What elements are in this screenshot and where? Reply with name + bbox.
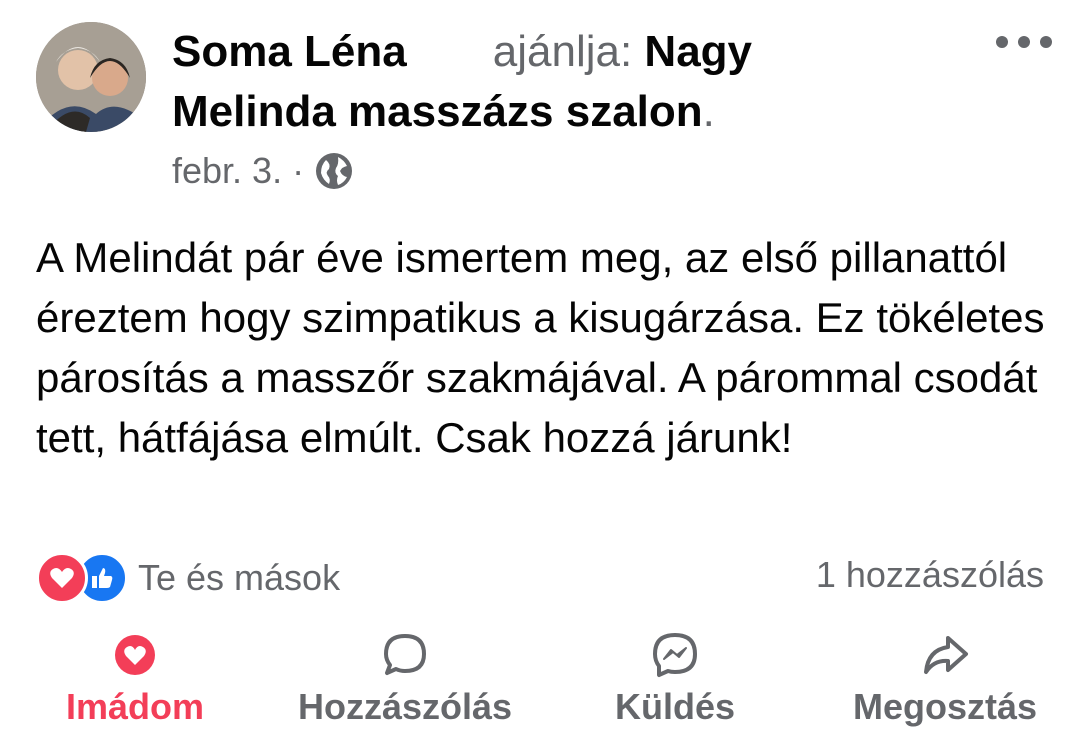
reactions-summary[interactable]: Te és mások [36, 552, 340, 604]
comment-icon [384, 634, 426, 675]
more-dot-icon [1018, 36, 1030, 48]
page-name-part2[interactable]: Melinda masszázs szalon [172, 87, 703, 136]
post-meta: febr. 3. · [172, 150, 354, 192]
comment-label: Hozzászólás [297, 686, 513, 727]
share-label: Megosztás [852, 686, 1038, 727]
love-reaction-icon [115, 635, 155, 675]
send-label: Küldés [614, 686, 736, 727]
more-dot-icon [1040, 36, 1052, 48]
more-dot-icon [996, 36, 1008, 48]
messenger-icon [653, 633, 697, 677]
globe-icon [316, 153, 353, 189]
share-icon [924, 636, 968, 674]
author-name[interactable]: Soma Léna [172, 27, 407, 76]
post-header-line2: Melinda masszázs szalon. [172, 86, 715, 138]
avatar-photo [36, 22, 146, 132]
post-body: A Melindát pár éve ismertem meg, az első… [36, 234, 1045, 461]
post-date[interactable]: febr. 3. [172, 150, 282, 192]
avatar[interactable] [36, 22, 146, 132]
love-icon [36, 552, 88, 604]
comment-button[interactable]: Hozzászólás [275, 630, 535, 728]
reactions-label: Te és mások [138, 557, 341, 598]
more-options-button[interactable] [996, 30, 1052, 54]
send-button[interactable]: Küldés [545, 630, 805, 728]
recommends-label: ajánlja: [492, 27, 633, 76]
comments-count[interactable]: 1 hozzászólás [816, 554, 1044, 596]
post-header: Soma Léna ajánlja: Nagy [172, 26, 972, 78]
love-label: Imádom [65, 686, 205, 727]
love-button[interactable]: Imádom [5, 630, 265, 728]
header-period: . [702, 87, 715, 136]
meta-separator: · [292, 150, 305, 191]
post-actions: Imádom Hozzászólás Küldés Megosztás [0, 630, 1080, 740]
page-name-part1[interactable]: Nagy [644, 27, 752, 76]
share-button[interactable]: Megosztás [815, 630, 1075, 728]
